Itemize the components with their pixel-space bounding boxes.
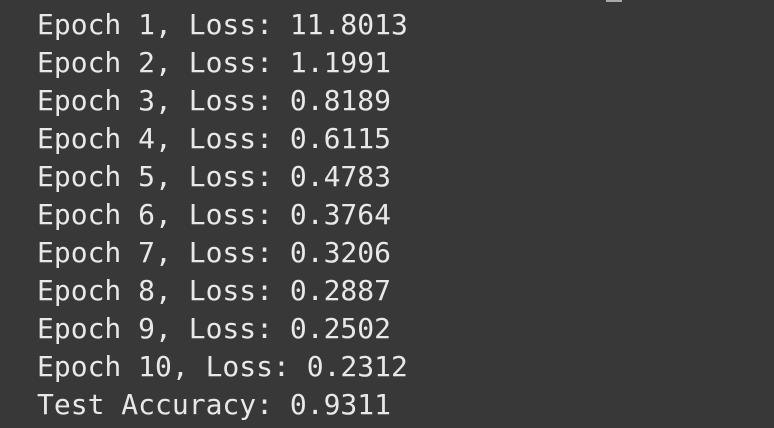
output-line-epoch-9: Epoch 9, Loss: 0.2502	[37, 312, 392, 345]
output-line-epoch-10: Epoch 10, Loss: 0.2312	[37, 350, 408, 383]
console-output: Epoch 1, Loss: 11.8013 Epoch 2, Loss: 1.…	[0, 0, 774, 428]
output-line-epoch-2: Epoch 2, Loss: 1.1991	[37, 46, 392, 79]
output-line-epoch-6: Epoch 6, Loss: 0.3764	[37, 198, 392, 231]
output-line-epoch-5: Epoch 5, Loss: 0.4783	[37, 160, 392, 193]
output-line-epoch-4: Epoch 4, Loss: 0.6115	[37, 122, 392, 155]
output-line-test-accuracy: Test Accuracy: 0.9311	[37, 388, 392, 421]
output-line-epoch-8: Epoch 8, Loss: 0.2887	[37, 274, 392, 307]
output-line-epoch-7: Epoch 7, Loss: 0.3206	[37, 236, 392, 269]
output-line-epoch-3: Epoch 3, Loss: 0.8189	[37, 84, 392, 117]
cropped-text-fragment	[606, 0, 622, 2]
output-line-epoch-1: Epoch 1, Loss: 11.8013	[37, 8, 408, 41]
